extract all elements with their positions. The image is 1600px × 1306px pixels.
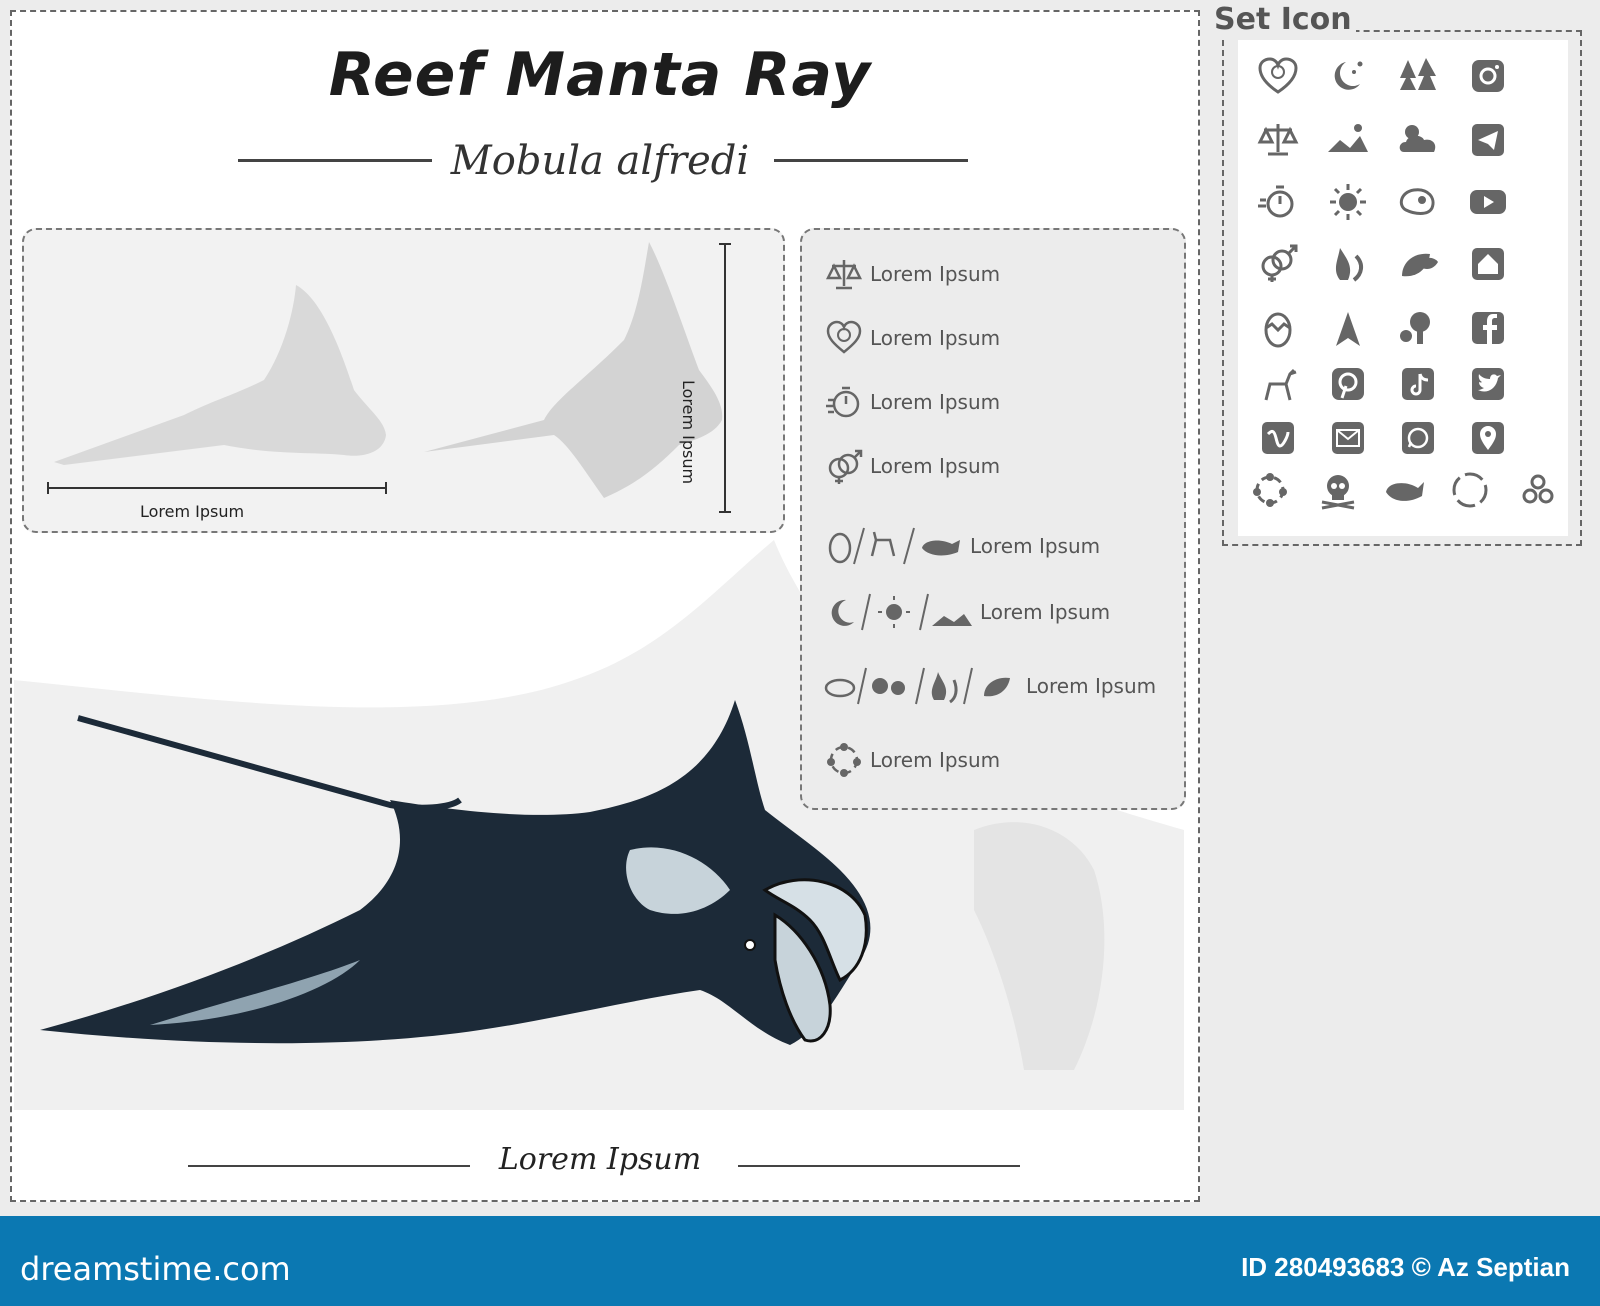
instagram-icon[interactable] — [1466, 54, 1510, 98]
north-arrow-icon[interactable] — [1326, 306, 1370, 350]
info-row-lifecycle: Lorem Ipsum — [824, 740, 1000, 780]
meat-icon[interactable] — [1396, 180, 1440, 224]
info-row-diet: Lorem Ipsum — [824, 666, 1156, 706]
molecule-icon[interactable] — [1516, 468, 1560, 512]
caption-rule-right — [738, 1165, 1020, 1167]
landscape-icon[interactable] — [1326, 118, 1370, 162]
info-label: Lorem Ipsum — [1026, 674, 1157, 698]
stopwatch-icon[interactable] — [1256, 180, 1300, 224]
poster-caption: Lorem Ipsum — [498, 1142, 702, 1177]
info-label: Lorem Ipsum — [980, 600, 1111, 624]
gender-icon[interactable] — [1256, 242, 1300, 286]
manta-ray-illustration — [40, 700, 871, 1045]
fruit-tree-icon[interactable] — [1396, 306, 1440, 350]
height-label: Lorem Ipsum — [679, 380, 698, 485]
heart-clock-icon[interactable] — [1256, 54, 1300, 98]
deer-icon[interactable] — [1256, 362, 1300, 406]
moon-stars-icon[interactable] — [1326, 54, 1370, 98]
pinterest-icon[interactable] — [1326, 362, 1370, 406]
whale-icon[interactable] — [1382, 468, 1426, 512]
location-icon[interactable] — [1466, 416, 1510, 460]
species-info-box: Lorem Ipsum Lorem Ipsum Lorem Ipsum Lore… — [800, 228, 1186, 810]
diet-icons — [824, 667, 1010, 705]
info-label: Lorem Ipsum — [870, 262, 1001, 286]
leaves-icon[interactable] — [1396, 242, 1440, 286]
scale-icon[interactable] — [1256, 118, 1300, 162]
info-row-lifespan: Lorem Ipsum — [824, 318, 1000, 358]
youtube-icon[interactable] — [1466, 180, 1510, 224]
manta-silhouette — [424, 242, 723, 498]
info-label: Lorem Ipsum — [870, 390, 1001, 414]
forest-icon[interactable] — [1396, 54, 1440, 98]
facebook-icon[interactable] — [1466, 306, 1510, 350]
info-label: Lorem Ipsum — [870, 326, 1001, 350]
info-label: Lorem Ipsum — [870, 748, 1001, 772]
skull-icon[interactable] — [1316, 468, 1360, 512]
size-silhouettes — [47, 242, 731, 513]
subtitle-rule-right — [774, 159, 968, 162]
cycle-icon[interactable] — [1248, 468, 1292, 512]
page-subtitle: Mobula alfredi — [450, 138, 750, 184]
stopwatch-icon — [826, 386, 860, 418]
icon-set-title: Set Icon — [1210, 2, 1356, 37]
recycle-icon[interactable] — [1448, 468, 1492, 512]
vimeo-icon[interactable] — [1256, 416, 1300, 460]
info-row-weight: Lorem Ipsum — [824, 254, 1000, 294]
info-row-activity: Lorem Ipsum — [824, 592, 1110, 632]
size-comparison-box: Lorem Ipsum Lorem Ipsum — [22, 228, 785, 533]
gender-icon — [828, 449, 863, 484]
telegram-icon[interactable] — [1466, 118, 1510, 162]
footer-brand[interactable]: dreamstime.com — [20, 1250, 291, 1288]
info-row-gender: Lorem Ipsum — [824, 446, 1000, 486]
life-cycle-icon — [827, 743, 861, 777]
info-label: Lorem Ipsum — [970, 534, 1101, 558]
home-icon[interactable] — [1466, 242, 1510, 286]
moon-sun-landscape-icons — [831, 593, 972, 631]
icon-grid — [1238, 40, 1568, 536]
cloud-sun-icon[interactable] — [1396, 118, 1440, 162]
hatching-egg-icon[interactable] — [1256, 306, 1300, 350]
icon-set-panel — [1222, 30, 1582, 546]
width-label: Lorem Ipsum — [140, 502, 245, 521]
whatsapp-icon[interactable] — [1396, 416, 1440, 460]
page-title: Reef Manta Ray — [328, 40, 872, 110]
footer-id: ID 280493683 © Az Septian — [1241, 1252, 1570, 1282]
egg-deer-whale-icons — [828, 527, 960, 565]
tiktok-icon[interactable] — [1396, 362, 1440, 406]
mail-icon[interactable] — [1326, 416, 1370, 460]
twitter-icon[interactable] — [1466, 362, 1510, 406]
info-label: Lorem Ipsum — [870, 454, 1001, 478]
sun-icon[interactable] — [1326, 180, 1370, 224]
scale-icon — [825, 260, 863, 290]
info-row-speed: Lorem Ipsum — [824, 382, 1000, 422]
heart-clock-icon — [826, 320, 862, 354]
human-scale-silhouette — [54, 285, 386, 465]
fire-shrimp-icon[interactable] — [1326, 242, 1370, 286]
info-row-reproduction: Lorem Ipsum — [824, 526, 1100, 566]
